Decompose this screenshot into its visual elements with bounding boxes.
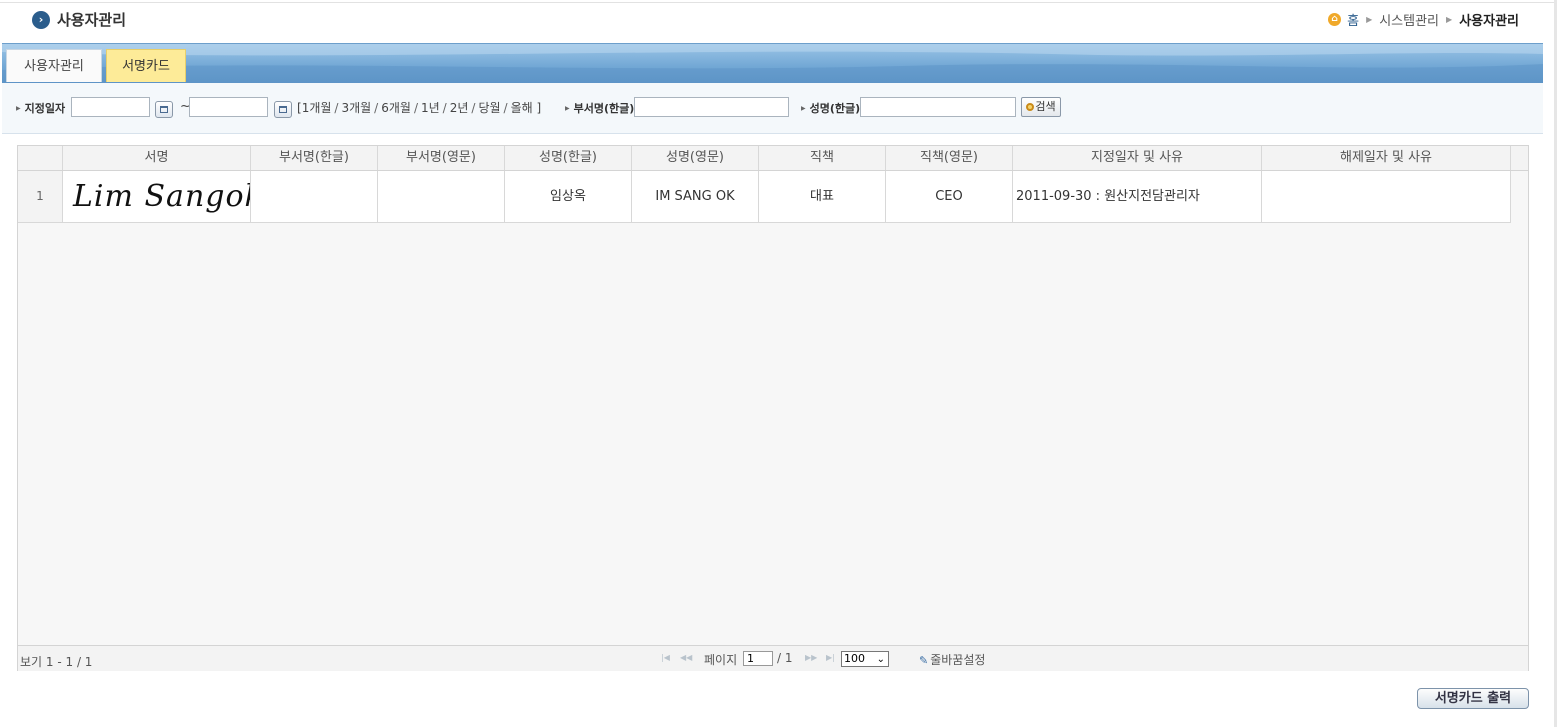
- bullet-arrow-icon: ▶: [16, 105, 21, 112]
- page-label: 페이지: [704, 653, 738, 667]
- cell-position-en: CEO: [886, 171, 1013, 222]
- period-shortcuts: [1개월/3개월/6개월/1년/2년 / 당월 / 올해 ]: [297, 101, 542, 115]
- cell-assigned: 2011-09-30 : 원산지전담관리자: [1013, 171, 1262, 222]
- date-label: ▶ 지정일자: [16, 102, 66, 115]
- last-page-icon[interactable]: ▶|: [826, 653, 835, 662]
- prev-page-icon[interactable]: ◀◀: [680, 653, 692, 662]
- header-position[interactable]: 직책: [759, 146, 886, 170]
- period-2year[interactable]: 2년: [450, 101, 469, 115]
- next-page-icon[interactable]: ▶▶: [805, 653, 817, 662]
- cell-dept-kr: [251, 171, 378, 222]
- page-number-input[interactable]: 1: [743, 651, 773, 666]
- header-position-en[interactable]: 직책(영문): [886, 146, 1013, 170]
- header-rownum: [18, 146, 63, 170]
- date-from-input[interactable]: [71, 97, 150, 117]
- search-bar: ▶ 지정일자 ~ [1개월/3개월/6개월/1년/2년 / 당월 / 올해 ] ▶ 부서명(…: [2, 83, 1543, 134]
- bullet-arrow-icon: ▶: [801, 105, 806, 112]
- name-input[interactable]: [860, 97, 1016, 117]
- chevron-down-icon: ⌄: [876, 654, 885, 665]
- header-dept-en[interactable]: 부서명(영문): [378, 146, 505, 170]
- home-icon: ⌂: [1328, 12, 1342, 26]
- grid-header: 서명 부서명(한글) 부서명(영문) 성명(한글) 성명(영문) 직책 직책(영…: [18, 146, 1528, 171]
- period-this-year[interactable]: 올해: [511, 101, 533, 115]
- bullet-arrow-icon: ▶: [565, 105, 570, 112]
- date-to-input[interactable]: [189, 97, 268, 117]
- header-name-kr[interactable]: 성명(한글): [505, 146, 632, 170]
- cell-position: 대표: [759, 171, 886, 222]
- cell-released: [1262, 171, 1511, 222]
- tab-bar-wave-decoration: [2, 44, 1543, 83]
- cell-name-en: IM SANG OK: [632, 171, 759, 222]
- period-bracket-close: ]: [536, 101, 542, 115]
- breadcrumb-current: 사용자관리: [1459, 13, 1519, 29]
- signature-grid: 서명 부서명(한글) 부서명(영문) 성명(한글) 성명(영문) 직책 직책(영…: [17, 145, 1529, 671]
- period-1year[interactable]: 1년: [421, 101, 440, 115]
- header-name-en[interactable]: 성명(영문): [632, 146, 759, 170]
- period-3month[interactable]: 3개월: [341, 101, 371, 115]
- header-dept-kr[interactable]: 부서명(한글): [251, 146, 378, 170]
- chevron-right-circle-icon: ›: [32, 11, 50, 29]
- print-signature-card-button[interactable]: 서명카드 출력: [1417, 688, 1529, 709]
- search-button[interactable]: 검색: [1021, 97, 1061, 117]
- name-label: ▶ 성명(한글): [801, 102, 861, 115]
- breadcrumb-home[interactable]: 홈: [1347, 10, 1359, 29]
- dept-label: ▶ 부서명(한글): [565, 102, 635, 115]
- page-size-select[interactable]: 100 ⌄: [841, 651, 889, 667]
- period-1month[interactable]: 1개월: [302, 101, 332, 115]
- header-assigned[interactable]: 지정일자 및 사유: [1013, 146, 1262, 170]
- cell-dept-en: [378, 171, 505, 222]
- breadcrumb-separator-icon: ▶: [1366, 14, 1373, 24]
- table-row[interactable]: 1 Lim Sangok 임상옥 IM SANG OK 대표 CEO 2011-…: [18, 171, 1511, 223]
- grid-pager: 보기 1 - 1 / 1 |◀ ◀◀ 페이지 1 / 1 ▶▶ ▶| 100 ⌄ …: [18, 645, 1528, 671]
- period-this-month[interactable]: 당월: [478, 101, 500, 115]
- page-title: 사용자관리: [57, 11, 127, 29]
- page-total: / 1: [777, 651, 793, 665]
- row-number: 1: [18, 171, 63, 222]
- header-released[interactable]: 해제일자 및 사유: [1262, 146, 1511, 170]
- grid-body: 1 Lim Sangok 임상옥 IM SANG OK 대표 CEO 2011-…: [18, 171, 1528, 645]
- tab-bar: 사용자관리 서명카드: [2, 43, 1543, 83]
- breadcrumb: ⌂ 홈 ▶ 시스템관리 ▶ 사용자관리: [1328, 9, 1519, 29]
- first-page-icon[interactable]: |◀: [661, 653, 670, 662]
- calendar-icon[interactable]: [155, 101, 173, 118]
- view-info: 보기 1 - 1 / 1: [20, 655, 93, 669]
- signature-image: Lim Sangok: [63, 171, 251, 222]
- calendar-icon[interactable]: [274, 101, 292, 118]
- breadcrumb-separator-icon: ▶: [1446, 14, 1453, 24]
- breadcrumb-system[interactable]: 시스템관리: [1379, 10, 1439, 29]
- search-icon: [1026, 103, 1035, 111]
- header-signature[interactable]: 서명: [63, 146, 251, 170]
- tab-user-management[interactable]: 사용자관리: [6, 49, 102, 82]
- period-6month[interactable]: 6개월: [381, 101, 411, 115]
- dept-input[interactable]: [634, 97, 789, 117]
- tab-signature-card[interactable]: 서명카드: [106, 49, 186, 82]
- column-setting-button[interactable]: ✎ 줄바꿈설정: [919, 651, 985, 668]
- top-divider: [0, 2, 1557, 3]
- wrench-icon: ✎: [919, 654, 929, 667]
- cell-name-kr: 임상옥: [505, 171, 632, 222]
